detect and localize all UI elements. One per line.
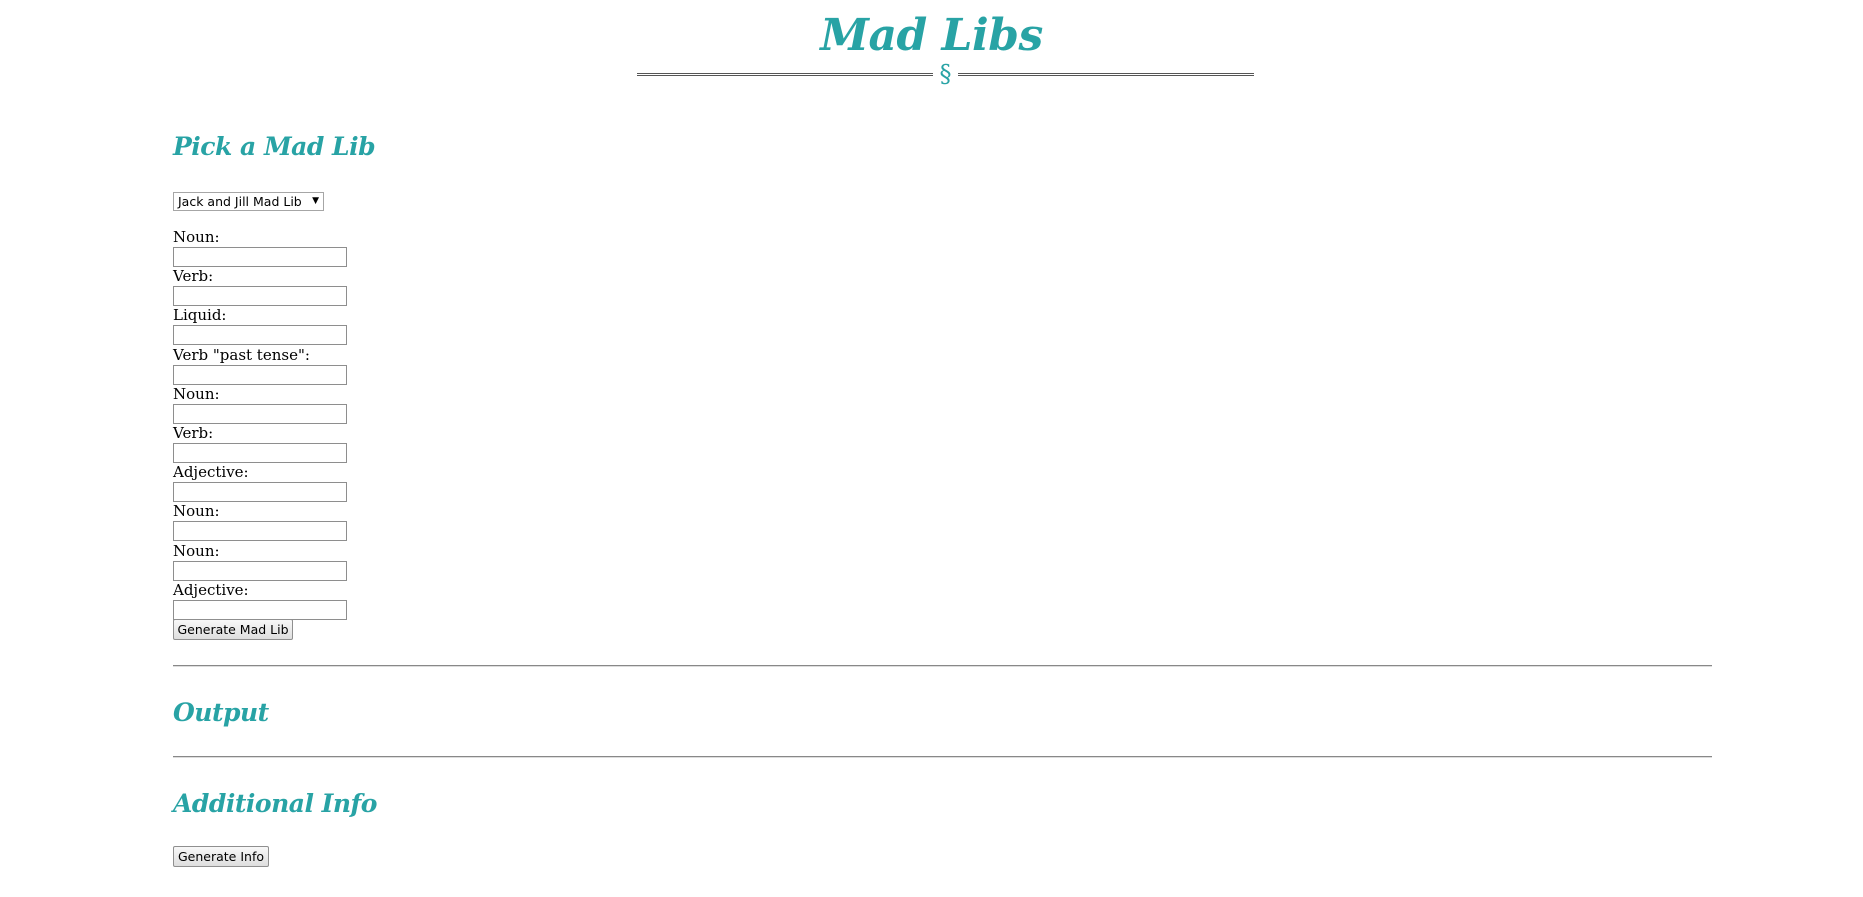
field-label: Liquid:	[173, 306, 227, 325]
title-divider: §	[637, 60, 1254, 88]
pick-mad-lib-heading: Pick a Mad Lib	[173, 132, 376, 161]
generate-mad-lib-button[interactable]: Generate Mad Lib	[173, 619, 293, 640]
text-input[interactable]	[173, 403, 347, 424]
field-label: Noun:	[173, 384, 220, 403]
field-verb-2: Verb:	[173, 423, 373, 463]
text-input[interactable]	[173, 482, 347, 503]
word-fields: Noun: Verb: Liquid: Verb "past tense": N…	[173, 227, 373, 620]
dropdown-arrow-icon: ▼	[312, 196, 319, 206]
output-heading: Output	[173, 698, 269, 727]
field-adjective-1: Adjective:	[173, 462, 373, 503]
additional-info-heading: Additional Info	[173, 789, 377, 818]
field-adjective-2: Adjective:	[173, 580, 373, 620]
field-label: Verb:	[173, 267, 214, 286]
text-input[interactable]	[173, 442, 347, 463]
text-input[interactable]	[173, 286, 347, 307]
field-noun-2: Noun:	[173, 384, 373, 424]
field-noun-3: Noun:	[173, 501, 373, 542]
field-label: Verb "past tense":	[173, 345, 310, 364]
field-label: Noun:	[173, 541, 220, 560]
page-title: Mad Libs	[820, 10, 1043, 61]
text-input[interactable]	[173, 560, 347, 581]
text-input[interactable]	[173, 247, 347, 267]
mad-lib-select[interactable]: Jack and Jill Mad Lib ▼	[173, 192, 324, 211]
field-liquid: Liquid:	[173, 305, 373, 346]
field-noun-4: Noun:	[173, 541, 373, 581]
field-verb-past-tense: Verb "past tense":	[173, 345, 373, 385]
divider-line-right	[958, 73, 1254, 76]
text-input[interactable]	[173, 599, 347, 620]
field-label: Verb:	[173, 423, 214, 442]
field-verb-1: Verb:	[173, 266, 373, 307]
text-input[interactable]	[173, 521, 347, 542]
generate-info-button[interactable]: Generate Info	[173, 846, 269, 867]
mad-lib-select-value: Jack and Jill Mad Lib	[178, 194, 302, 209]
divider	[173, 756, 1712, 758]
text-input[interactable]	[173, 325, 347, 346]
field-noun-1: Noun:	[173, 227, 373, 267]
divider	[173, 665, 1712, 667]
text-input[interactable]	[173, 364, 347, 385]
field-label: Noun:	[173, 502, 220, 521]
field-label: Adjective:	[173, 463, 249, 482]
field-label: Adjective:	[173, 580, 249, 599]
field-label: Noun:	[173, 228, 220, 246]
